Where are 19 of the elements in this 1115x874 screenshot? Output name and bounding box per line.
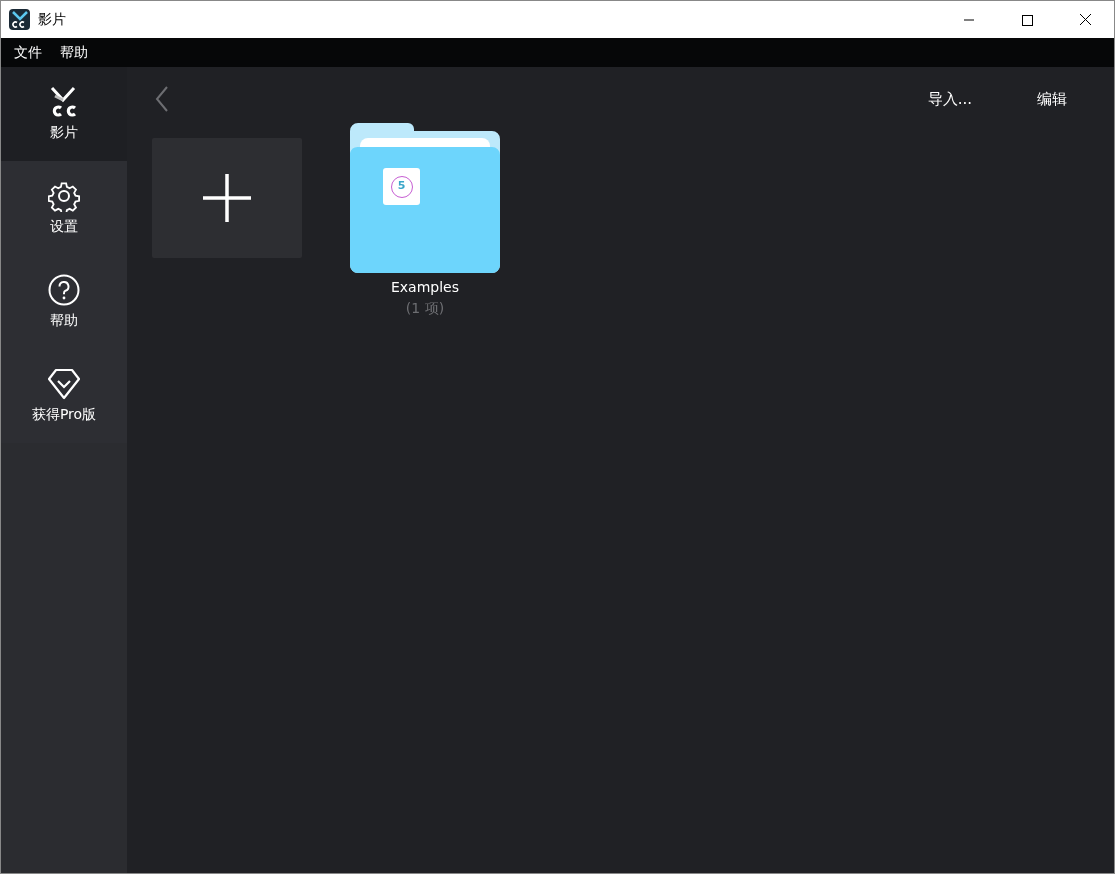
menu-item[interactable]: 文件 bbox=[5, 42, 51, 63]
settings-icon bbox=[48, 179, 80, 212]
plus-icon bbox=[202, 173, 252, 223]
maximize-icon bbox=[1021, 13, 1033, 26]
app-logo-icon bbox=[9, 9, 30, 30]
close-icon bbox=[1078, 13, 1092, 26]
back-button[interactable] bbox=[155, 85, 169, 113]
toolbar-button[interactable]: 导入... bbox=[927, 87, 972, 111]
back-chevron-icon bbox=[155, 85, 169, 113]
diamond-icon bbox=[47, 367, 81, 400]
help-icon bbox=[48, 273, 80, 306]
add-tile[interactable] bbox=[152, 138, 302, 258]
window-title: 影片 bbox=[38, 10, 66, 29]
item-count: (1 项) bbox=[405, 299, 445, 318]
folder-name: Examples bbox=[391, 278, 459, 297]
sidebar-item[interactable]: 影片 bbox=[1, 67, 127, 161]
toolbar-button[interactable]: 编辑 bbox=[1037, 87, 1067, 111]
scissors-logo-icon bbox=[49, 85, 79, 118]
menu-item[interactable]: 帮助 bbox=[51, 42, 97, 63]
